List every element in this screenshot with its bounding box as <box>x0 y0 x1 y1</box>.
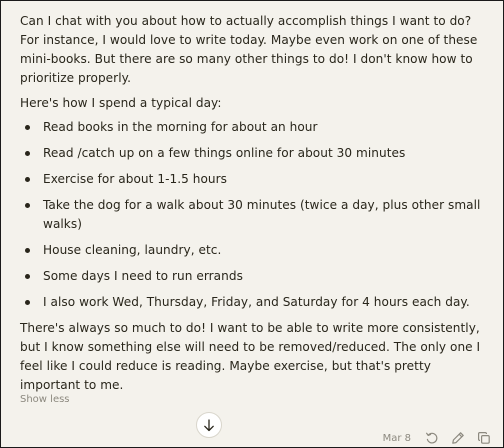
message-paragraph-1: Can I chat with you about how to actuall… <box>20 14 478 85</box>
message-date: Mar 8 <box>382 432 411 444</box>
list-item-text: Some days I need to run errands <box>43 269 243 283</box>
bullet-icon <box>25 274 30 279</box>
list-item-text: House cleaning, laundry, etc. <box>43 243 222 257</box>
list-item: Exercise for about 1-1.5 hours <box>20 170 490 189</box>
list-item-text: Take the dog for a walk about 30 minutes… <box>43 198 481 231</box>
list-item: House cleaning, laundry, etc. <box>20 241 490 260</box>
list-item: I also work Wed, Thursday, Friday, and S… <box>20 293 490 312</box>
bullet-icon <box>25 203 30 208</box>
bullet-icon <box>25 248 30 253</box>
pencil-icon <box>452 432 464 444</box>
user-message: Can I chat with you about how to actuall… <box>20 12 490 401</box>
copy-icon <box>478 432 490 444</box>
list-item: Take the dog for a walk about 30 minutes… <box>20 196 490 234</box>
list-item-text: Read books in the morning for about an h… <box>43 120 318 134</box>
bullet-icon <box>25 125 30 130</box>
list-item-text: I also work Wed, Thursday, Friday, and S… <box>43 295 470 309</box>
daily-activities-list: Read books in the morning for about an h… <box>20 118 490 312</box>
list-item: Read books in the morning for about an h… <box>20 118 490 137</box>
message-paragraph-3: There's always so much to do! I want to … <box>20 321 481 392</box>
list-item: Some days I need to run errands <box>20 267 490 286</box>
retry-icon <box>426 432 438 444</box>
list-item: Read /catch up on a few things online fo… <box>20 144 490 163</box>
scroll-to-bottom-button[interactable] <box>196 412 222 438</box>
edit-button[interactable] <box>451 431 465 445</box>
bullet-icon <box>25 151 30 156</box>
message-paragraph-2: Here's how I spend a typical day: <box>20 96 222 110</box>
bullet-icon <box>25 177 30 182</box>
message-footer: Mar 8 <box>383 431 491 445</box>
list-item-text: Exercise for about 1-1.5 hours <box>43 172 228 186</box>
bullet-icon <box>25 300 30 305</box>
show-less-button[interactable]: Show less <box>20 394 70 405</box>
retry-button[interactable] <box>425 431 439 445</box>
arrow-down-icon <box>204 418 214 431</box>
list-item-text: Read /catch up on a few things online fo… <box>43 146 406 160</box>
chat-message-panel: Can I chat with you about how to actuall… <box>0 0 504 448</box>
copy-button[interactable] <box>477 431 491 445</box>
